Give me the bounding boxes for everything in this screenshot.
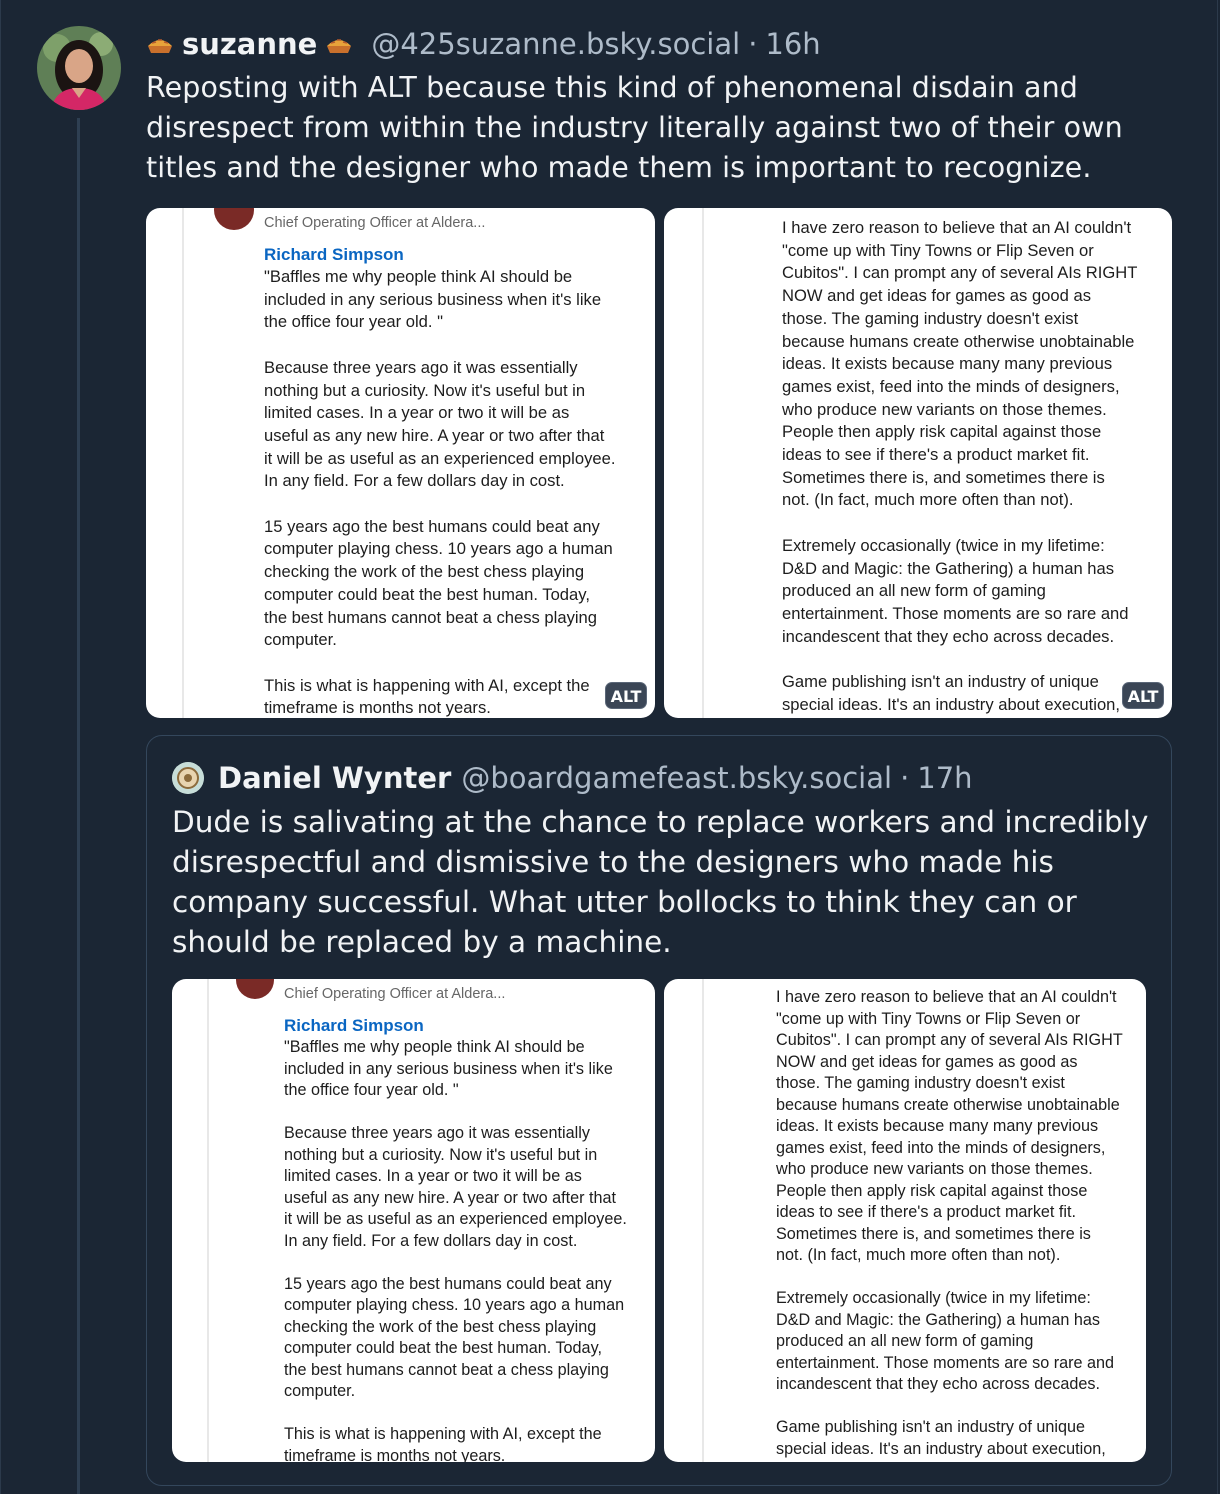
paragraph: "Baffles me why people think AI should b… [284,1038,613,1099]
rail [702,979,704,1462]
paragraph: Extremely occasionally (twice in my life… [776,1289,1115,1393]
paragraph: Game publishing isn't an industry of uni… [776,1418,1106,1458]
display-name[interactable]: suzanne [182,27,317,61]
paragraph: This is what is happening with AI, excep… [284,1425,602,1462]
paragraph: 15 years ago the best humans could beat … [264,516,613,650]
quote-image-right[interactable]: I have zero reason to believe that an AI… [664,979,1146,1462]
post-time[interactable]: 16h [765,27,820,61]
quote-text: Dude is salivating at the chance to repl… [172,805,1149,959]
rail [182,208,184,718]
post-header: suzanne @425suzanne.bsky.social · 16h [146,24,821,64]
author-name: Richard Simpson [264,245,404,264]
screenshot-content: I have zero reason to believe that an AI… [776,987,1141,1462]
separator-dot: · [900,761,910,795]
screenshot-content: I have zero reason to believe that an AI… [782,217,1167,718]
paragraph: Extremely occasionally (twice in my life… [782,535,1129,646]
author-avatar [214,208,254,230]
alt-badge[interactable]: ALT [605,682,647,709]
rail [207,979,209,1462]
alt-badge[interactable]: ALT [1122,682,1164,709]
quote-image-left[interactable]: Chief Operating Officer at Aldera... Ric… [172,979,655,1462]
pie-emoji-icon [325,30,353,58]
attached-image-left[interactable]: Chief Operating Officer at Aldera... Ric… [146,208,655,718]
paragraph: This is what is happening with AI, excep… [264,675,590,718]
quote-time[interactable]: 17h [917,761,972,795]
quote-handle[interactable]: @boardgamefeast.bsky.social [461,761,892,795]
paragraph: Because three years ago it was essential… [284,1124,627,1250]
separator-dot: · [748,27,758,61]
quote-display-name[interactable]: Daniel Wynter [218,761,451,795]
paragraph: "Baffles me why people think AI should b… [264,267,602,332]
quote-header: Daniel Wynter @boardgamefeast.bsky.socia… [172,758,973,798]
attached-image-right[interactable]: I have zero reason to believe that an AI… [664,208,1172,718]
screenshot-content: Chief Operating Officer at Aldera... Ric… [264,214,644,718]
author-role: Chief Operating Officer at Aldera... [264,215,486,231]
pie-emoji-icon [146,30,174,58]
avatar[interactable] [37,26,121,110]
rail [702,208,704,718]
quote-avatar[interactable] [172,762,204,794]
author-avatar [236,979,274,999]
thread-line [77,118,80,1494]
paragraph: I have zero reason to believe that an AI… [776,988,1123,1264]
post-text: Reposting with ALT because this kind of … [146,71,1123,184]
paragraph: I have zero reason to believe that an AI… [782,218,1138,510]
paragraph: Game publishing isn't an industry of uni… [782,672,1121,714]
avatar-photo [37,26,121,110]
author-name: Richard Simpson [284,1016,424,1035]
screenshot-content: Chief Operating Officer at Aldera... Ric… [284,985,649,1462]
paragraph: Because three years ago it was essential… [264,357,616,491]
paragraph: 15 years ago the best humans could beat … [284,1274,625,1401]
author-role: Chief Operating Officer at Aldera... [284,986,506,1002]
handle[interactable]: @425suzanne.bsky.social [371,27,740,61]
